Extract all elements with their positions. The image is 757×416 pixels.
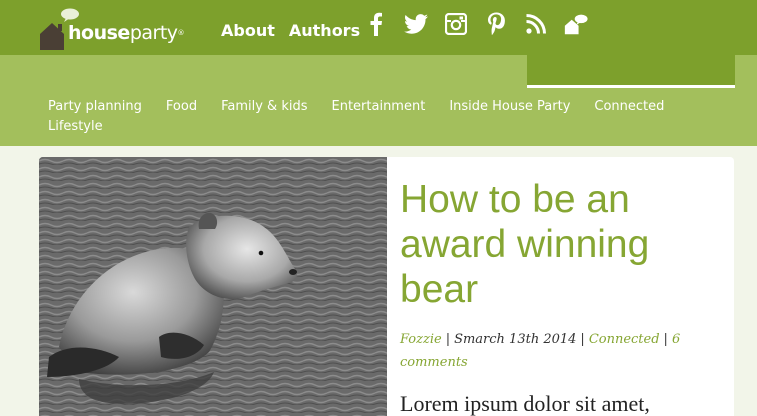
meta-separator: | [445, 332, 451, 347]
article-photo[interactable] [39, 157, 387, 416]
header-tab-strip [527, 55, 735, 88]
meta-separator: | [580, 332, 585, 347]
category-lifestyle[interactable]: Lifestyle [48, 117, 103, 137]
category-link[interactable]: Connected [589, 332, 660, 347]
site-logo[interactable]: houseparty® [38, 8, 188, 50]
logo-wordmark: houseparty® [68, 22, 185, 44]
site-header: houseparty® About Authors [0, 0, 757, 55]
twitter-icon[interactable] [404, 11, 428, 37]
category-nav: Party planning Food Family & kids Entert… [48, 97, 728, 137]
category-party-planning[interactable]: Party planning [48, 97, 142, 117]
category-family-kids[interactable]: Family & kids [221, 97, 307, 117]
nav-authors-link[interactable]: Authors [289, 20, 360, 42]
article-meta: Fozzie | Smarch 13th 2014 | Connected | 6 comm… [400, 328, 700, 374]
bear-in-water-image [39, 157, 387, 416]
author-link[interactable]: Fozzie [400, 332, 442, 347]
article-summary: How to be an award winning bear Fozzie | S… [400, 177, 720, 416]
top-nav: About Authors [221, 20, 360, 42]
category-food[interactable]: Food [166, 97, 197, 117]
article-title[interactable]: How to be an award winning bear [400, 177, 720, 312]
article-excerpt: Lorem ipsum dolor sit amet, [400, 391, 650, 416]
category-connected[interactable]: Connected [594, 97, 664, 117]
article-date: Smarch 13th 2014 [454, 332, 577, 347]
article-card: How to be an award winning bear Fozzie | S… [39, 157, 734, 416]
category-entertainment[interactable]: Entertainment [332, 97, 426, 117]
nav-about-link[interactable]: About [221, 20, 275, 42]
meta-separator: | [663, 332, 668, 347]
category-bar: Party planning Food Family & kids Entert… [0, 55, 757, 146]
social-links [364, 11, 588, 37]
facebook-icon[interactable] [364, 11, 388, 37]
pinterest-icon[interactable] [484, 11, 508, 37]
instagram-icon[interactable] [444, 11, 468, 37]
rss-icon[interactable] [524, 11, 548, 37]
house-icon [40, 23, 64, 50]
category-inside-house-party[interactable]: Inside House Party [449, 97, 570, 117]
houseparty-app-icon[interactable] [564, 11, 588, 37]
